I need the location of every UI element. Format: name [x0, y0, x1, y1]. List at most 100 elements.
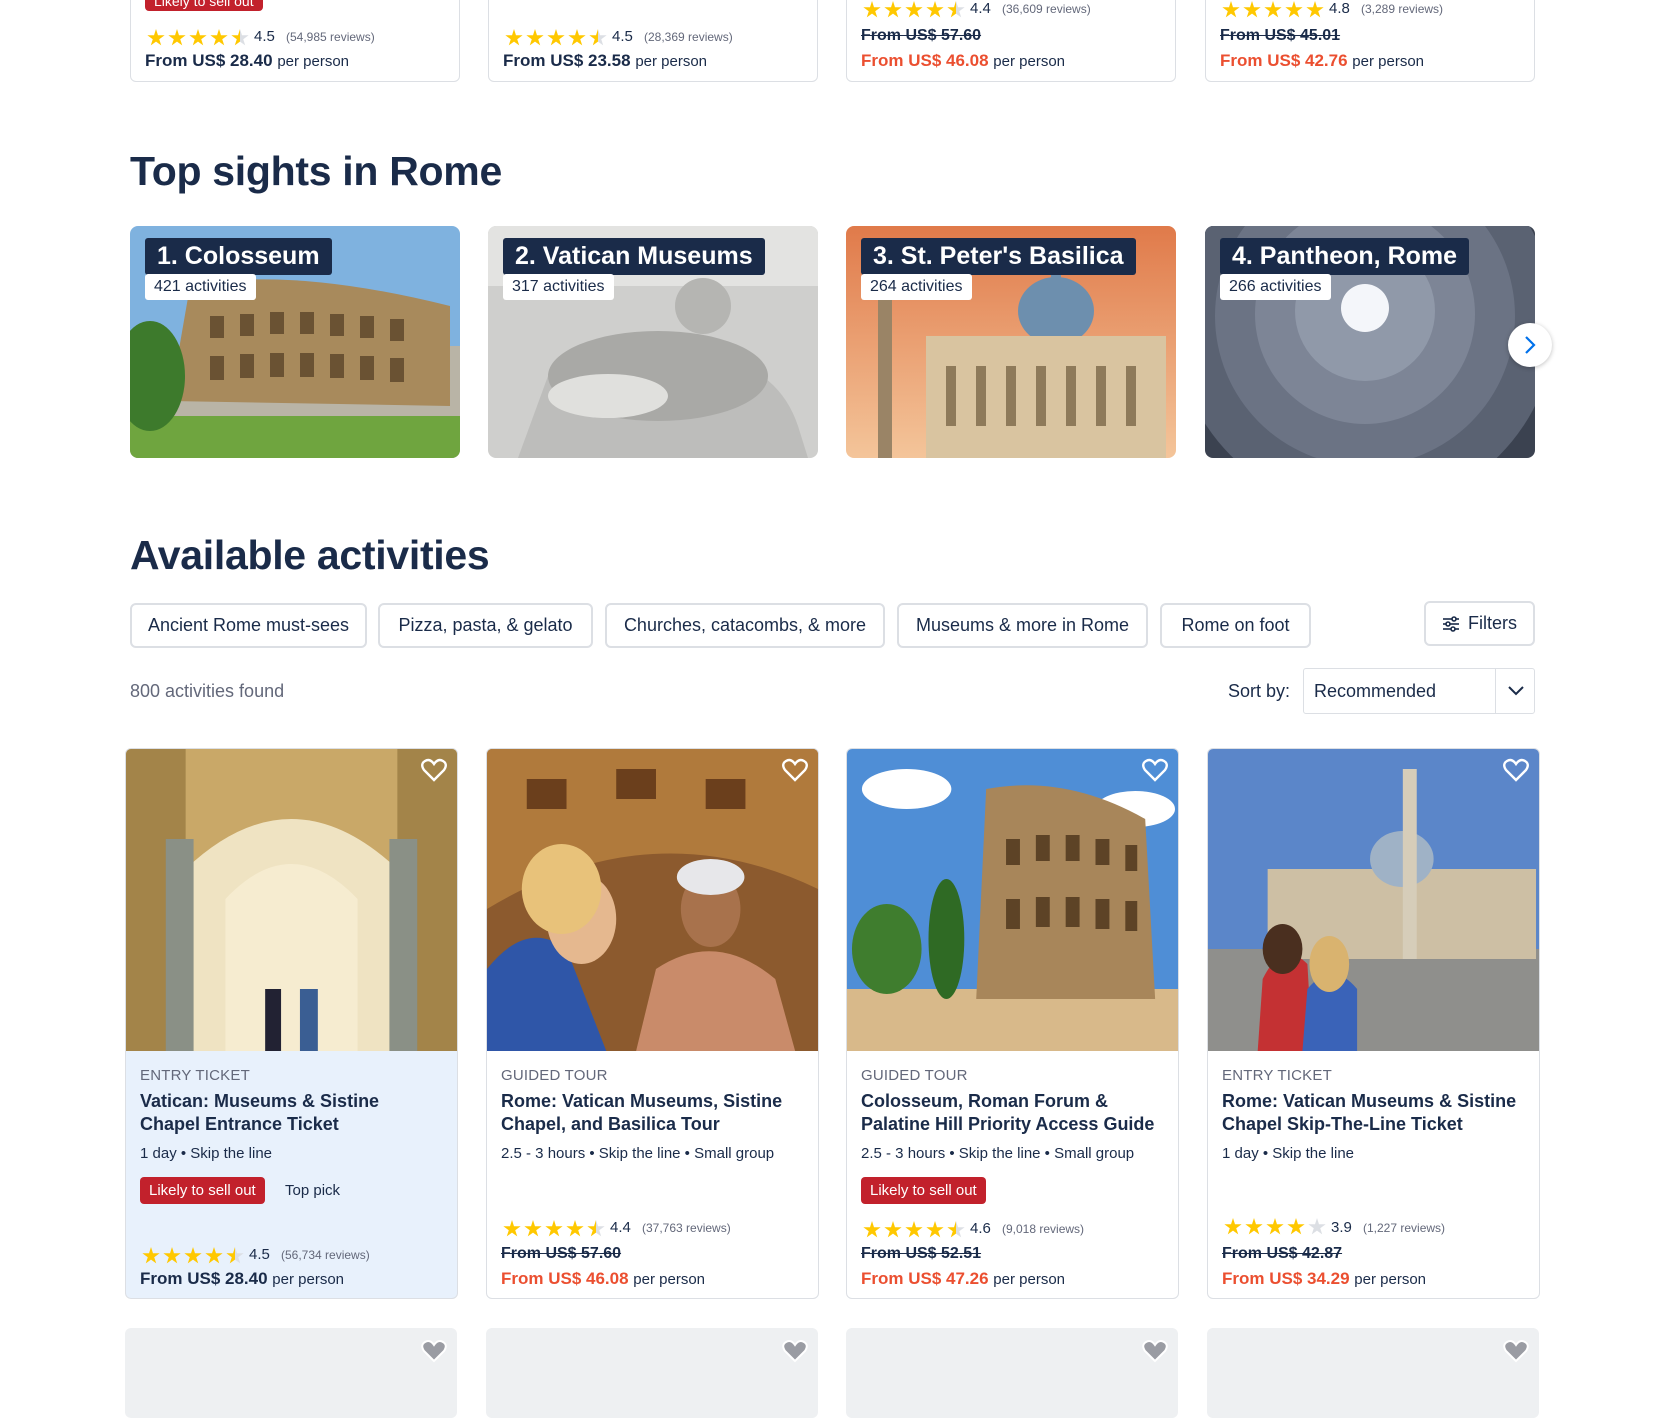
- star-icon: [947, 1, 965, 18]
- chip-churches-catacombs[interactable]: Churches, catacombs, & more: [605, 603, 885, 648]
- chip-pizza-pasta-gelato[interactable]: Pizza, pasta, & gelato: [378, 603, 593, 648]
- heart-icon[interactable]: [1503, 757, 1529, 783]
- sight-card-vatican-museums[interactable]: 2. Vatican Museums 317 activities: [488, 226, 818, 458]
- activity-title[interactable]: Rome: Vatican Museums & Sistine Chapel S…: [1222, 1090, 1522, 1136]
- sight-activity-count: 264 activities: [861, 274, 972, 300]
- star-icon: [947, 1221, 965, 1238]
- sight-card-colosseum[interactable]: 1. Colosseum 421 activities: [130, 226, 460, 458]
- sort-select[interactable]: Recommended: [1303, 668, 1535, 714]
- original-price: From US$ 57.60: [861, 27, 982, 44]
- heart-icon[interactable]: [782, 757, 808, 783]
- rating-value: 4.4: [610, 1219, 631, 1236]
- star-icon: [547, 29, 565, 46]
- activity-card[interactable]: GUIDED TOUR Rome: Vatican Museums, Sisti…: [486, 748, 819, 1299]
- review-count: (9,018 reviews): [1002, 1222, 1085, 1236]
- chip-ancient-rome[interactable]: Ancient Rome must-sees: [130, 603, 367, 648]
- rating-stars: [142, 1247, 244, 1265]
- sale-price: From US$ 46.08 per person: [501, 1269, 706, 1288]
- available-activities-heading: Available activities: [130, 532, 490, 578]
- loading-card-placeholder: [1207, 1328, 1539, 1418]
- activity-card[interactable]: ENTRY TICKET Vatican: Museums & Sistine …: [125, 748, 458, 1299]
- star-icon: [566, 1220, 584, 1237]
- sale-price: From US$ 46.08 per person: [861, 51, 1066, 70]
- rating-value: 4.4: [970, 0, 991, 17]
- activity-category: ENTRY TICKET: [140, 1067, 250, 1084]
- top-card-1[interactable]: Likely to sell out 4.5 (54,985 reviews) …: [130, 0, 460, 82]
- star-icon: [926, 1, 944, 18]
- star-icon: [189, 29, 207, 46]
- sale-price: From US$ 34.29 per person: [1222, 1269, 1427, 1288]
- activity-title[interactable]: Rome: Vatican Museums, Sistine Chapel, a…: [501, 1090, 801, 1136]
- original-price: From US$ 57.60: [501, 1245, 622, 1262]
- sight-card-pantheon[interactable]: 4. Pantheon, Rome 266 activities: [1205, 226, 1535, 458]
- star-icon: [905, 1221, 923, 1238]
- star-icon: [568, 29, 586, 46]
- rating-value: 4.8: [1329, 0, 1350, 17]
- star-icon: [1243, 1, 1261, 18]
- star-icon: [147, 29, 165, 46]
- heart-icon[interactable]: [1503, 1338, 1529, 1364]
- star-icon: [503, 1220, 521, 1237]
- star-icon: [184, 1247, 202, 1264]
- review-count: (37,763 reviews): [642, 1221, 731, 1235]
- heart-icon[interactable]: [1142, 1338, 1168, 1364]
- top-card-4[interactable]: 4.8 (3,289 reviews) From US$ 45.01 From …: [1205, 0, 1535, 82]
- activity-image: [126, 749, 457, 1051]
- activity-title[interactable]: Colosseum, Roman Forum & Palatine Hill P…: [861, 1090, 1161, 1136]
- activity-image: [1208, 749, 1539, 1051]
- activity-category: GUIDED TOUR: [861, 1067, 968, 1084]
- star-icon: [168, 29, 186, 46]
- rating-value: 4.6: [970, 1220, 991, 1237]
- review-count: (56,734 reviews): [281, 1248, 370, 1262]
- activity-card[interactable]: ENTRY TICKET Rome: Vatican Museums & Sis…: [1207, 748, 1540, 1299]
- loading-card-placeholder: [125, 1328, 457, 1418]
- sale-price: From US$ 47.26 per person: [861, 1269, 1066, 1288]
- review-count: (3,289 reviews): [1361, 2, 1444, 16]
- chip-museums-more[interactable]: Museums & more in Rome: [897, 603, 1148, 648]
- heart-icon[interactable]: [421, 1338, 447, 1364]
- heart-icon[interactable]: [421, 757, 447, 783]
- star-icon: [1264, 1, 1282, 18]
- activity-card[interactable]: GUIDED TOUR Colosseum, Roman Forum & Pal…: [846, 748, 1179, 1299]
- activity-title[interactable]: Vatican: Museums & Sistine Chapel Entran…: [140, 1090, 440, 1136]
- review-count: (28,369 reviews): [644, 30, 733, 44]
- review-count: (36,609 reviews): [1002, 2, 1091, 16]
- sight-activity-count: 317 activities: [503, 274, 614, 300]
- rating-stars: [1222, 1, 1324, 19]
- activity-category: GUIDED TOUR: [501, 1067, 608, 1084]
- star-icon: [1308, 1218, 1326, 1235]
- rating-value: 4.5: [249, 1246, 270, 1263]
- loading-card-placeholder: [486, 1328, 818, 1418]
- rating-stars: [863, 1, 965, 19]
- sale-price: From US$ 42.76 per person: [1220, 51, 1425, 70]
- chip-rome-on-foot[interactable]: Rome on foot: [1160, 603, 1311, 648]
- original-price: From US$ 52.51: [861, 1245, 982, 1262]
- star-icon: [1287, 1218, 1305, 1235]
- star-icon: [524, 1220, 542, 1237]
- star-icon: [545, 1220, 563, 1237]
- activity-image: [847, 749, 1178, 1051]
- activities-found-count: 800 activities found: [130, 681, 285, 701]
- sight-title: 1. Colosseum: [145, 238, 332, 275]
- star-icon: [863, 1221, 881, 1238]
- carousel-next-button[interactable]: [1508, 323, 1552, 367]
- sight-card-st-peters-basilica[interactable]: 3. St. Peter's Basilica 264 activities: [846, 226, 1176, 458]
- rating-stars: [147, 29, 249, 47]
- heart-icon[interactable]: [1142, 757, 1168, 783]
- star-icon: [205, 1247, 223, 1264]
- filters-button[interactable]: Filters: [1424, 601, 1535, 646]
- star-icon: [863, 1, 881, 18]
- sight-title: 4. Pantheon, Rome: [1220, 238, 1470, 275]
- activity-meta: 2.5 - 3 hours • Skip the line • Small gr…: [861, 1145, 1135, 1162]
- star-icon: [884, 1221, 902, 1238]
- star-icon: [526, 29, 544, 46]
- rating-stars: [503, 1220, 605, 1238]
- top-card-2[interactable]: 4.5 (28,369 reviews) From US$ 23.58 per …: [488, 0, 818, 82]
- heart-icon[interactable]: [782, 1338, 808, 1364]
- top-card-3[interactable]: 4.4 (36,609 reviews) From US$ 57.60 From…: [846, 0, 1176, 82]
- filter-icon: [1443, 615, 1459, 632]
- sort-by-label: Sort by:: [1228, 681, 1291, 701]
- star-icon: [231, 29, 249, 46]
- rating-value: 4.5: [254, 28, 275, 45]
- sort-value: Recommended: [1314, 681, 1437, 701]
